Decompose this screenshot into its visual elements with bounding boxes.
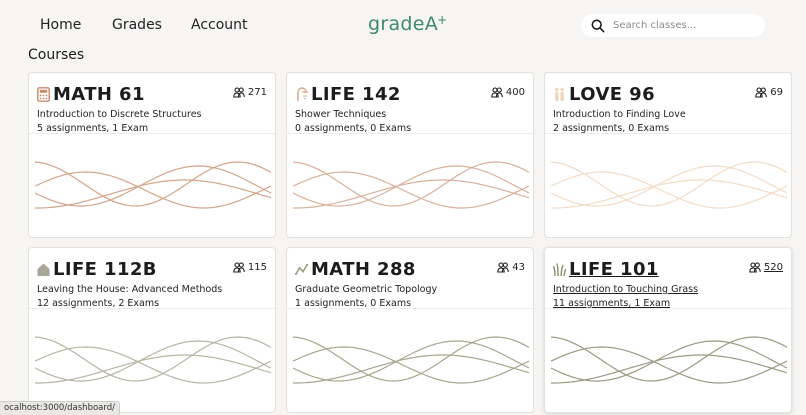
search-box[interactable]: Search classes... — [581, 14, 765, 37]
enrollment-value: 520 — [763, 262, 783, 273]
wave-line — [292, 340, 530, 382]
card-wave-graphic — [292, 161, 530, 209]
wave-line — [34, 165, 272, 207]
course-card-header: MATH 61 271 Introduction to Discrete Struc… — [37, 83, 267, 135]
grass-icon — [552, 262, 567, 277]
browser-status-bar: ocalhost:3000/dashboard/ — [0, 401, 120, 415]
nav-grades-link[interactable]: Grades — [112, 17, 162, 33]
wave-line — [292, 161, 530, 207]
wave-line — [550, 340, 788, 382]
card-wave-graphic — [292, 336, 530, 384]
people-icon — [233, 87, 248, 98]
course-name: Introduction to Finding Love — [553, 109, 686, 120]
shower-icon — [295, 86, 309, 102]
enrollment-count: 271 — [233, 87, 267, 98]
people-icon — [233, 262, 248, 273]
logo-plus: + — [437, 13, 448, 27]
search-input[interactable]: Search classes... — [613, 20, 696, 31]
enrollment-count: 400 — [491, 87, 525, 98]
course-card[interactable]: LIFE 142 400 Shower Techniques 0 assignment… — [286, 72, 534, 238]
course-card[interactable]: LOVE 96 69 Introduction to Finding Love 2 a… — [544, 72, 792, 238]
course-code: LIFE 142 — [311, 83, 401, 105]
course-code-row: MATH 288 — [294, 258, 525, 280]
course-name: Shower Techniques — [295, 109, 387, 120]
card-wave-graphic — [550, 336, 788, 384]
card-wave-graphic — [34, 336, 272, 384]
top-nav: Home Grades Account gradeA+ Search class… — [0, 0, 806, 50]
gradea-logo[interactable]: gradeA+ — [368, 13, 447, 35]
course-card-header: MATH 288 43 Graduate Geometric Topology 1 a… — [294, 258, 525, 309]
nav-account-link[interactable]: Account — [191, 17, 248, 33]
wave-line — [34, 161, 272, 207]
course-name: Introduction to Touching Grass — [553, 284, 699, 295]
people-icon — [497, 262, 512, 273]
course-card-header: LIFE 101 520 Introduction to Touching Gras… — [552, 258, 783, 309]
card-wave-graphic — [550, 161, 788, 209]
course-card-header: LOVE 96 69 Introduction to Finding Love 2 a… — [553, 83, 783, 135]
wave-line — [292, 165, 530, 207]
couple-icon — [553, 87, 566, 102]
course-card[interactable]: LIFE 101 520 Introduction to Touching Gras… — [544, 247, 792, 413]
course-name: Introduction to Discrete Structures — [37, 109, 202, 120]
logo-text: gradeA — [368, 13, 439, 35]
course-code: MATH 288 — [311, 258, 416, 280]
course-code: LIFE 112B — [53, 258, 157, 280]
course-card[interactable]: LIFE 112B 115 Leaving the House: Advanced … — [28, 247, 276, 413]
enrollment-count: 115 — [233, 262, 267, 273]
wave-line — [550, 336, 788, 382]
enrollment-value: 400 — [505, 87, 525, 98]
course-code: LIFE 101 — [569, 258, 659, 280]
course-code: MATH 61 — [53, 83, 145, 105]
enrollment-count: 43 — [497, 262, 525, 273]
wave-line — [550, 161, 788, 207]
course-name: Leaving the House: Advanced Methods — [37, 284, 223, 295]
course-card-header: LIFE 112B 115 Leaving the House: Advanced … — [37, 258, 267, 310]
wave-line — [292, 336, 530, 382]
people-icon — [491, 87, 506, 98]
wave-line — [34, 340, 272, 382]
enrollment-value: 115 — [247, 262, 267, 273]
enrollment-value: 271 — [247, 87, 267, 98]
enrollment-count: 69 — [755, 87, 783, 98]
nav-home-link[interactable]: Home — [40, 17, 81, 33]
enrollment-value: 69 — [770, 87, 783, 98]
trend-icon — [294, 262, 309, 277]
courses-heading: Courses — [28, 47, 85, 63]
wave-line — [550, 165, 788, 207]
course-card[interactable]: MATH 288 43 Graduate Geometric Topology 1 a… — [286, 247, 534, 413]
card-wave-graphic — [34, 161, 272, 209]
people-icon — [755, 87, 770, 98]
course-card-header: LIFE 142 400 Shower Techniques 0 assignment… — [295, 83, 525, 135]
course-code: LOVE 96 — [569, 83, 655, 105]
wave-line — [34, 336, 272, 382]
house-icon — [37, 262, 50, 277]
course-code-row: LOVE 96 — [553, 83, 783, 105]
course-card[interactable]: MATH 61 271 Introduction to Discrete Struc… — [28, 72, 276, 238]
calculator-icon — [37, 86, 50, 102]
search-icon — [591, 19, 605, 32]
people-icon — [749, 262, 764, 273]
course-name: Graduate Geometric Topology — [295, 284, 438, 295]
enrollment-value: 43 — [512, 262, 525, 273]
enrollment-count: 520 — [749, 262, 783, 273]
